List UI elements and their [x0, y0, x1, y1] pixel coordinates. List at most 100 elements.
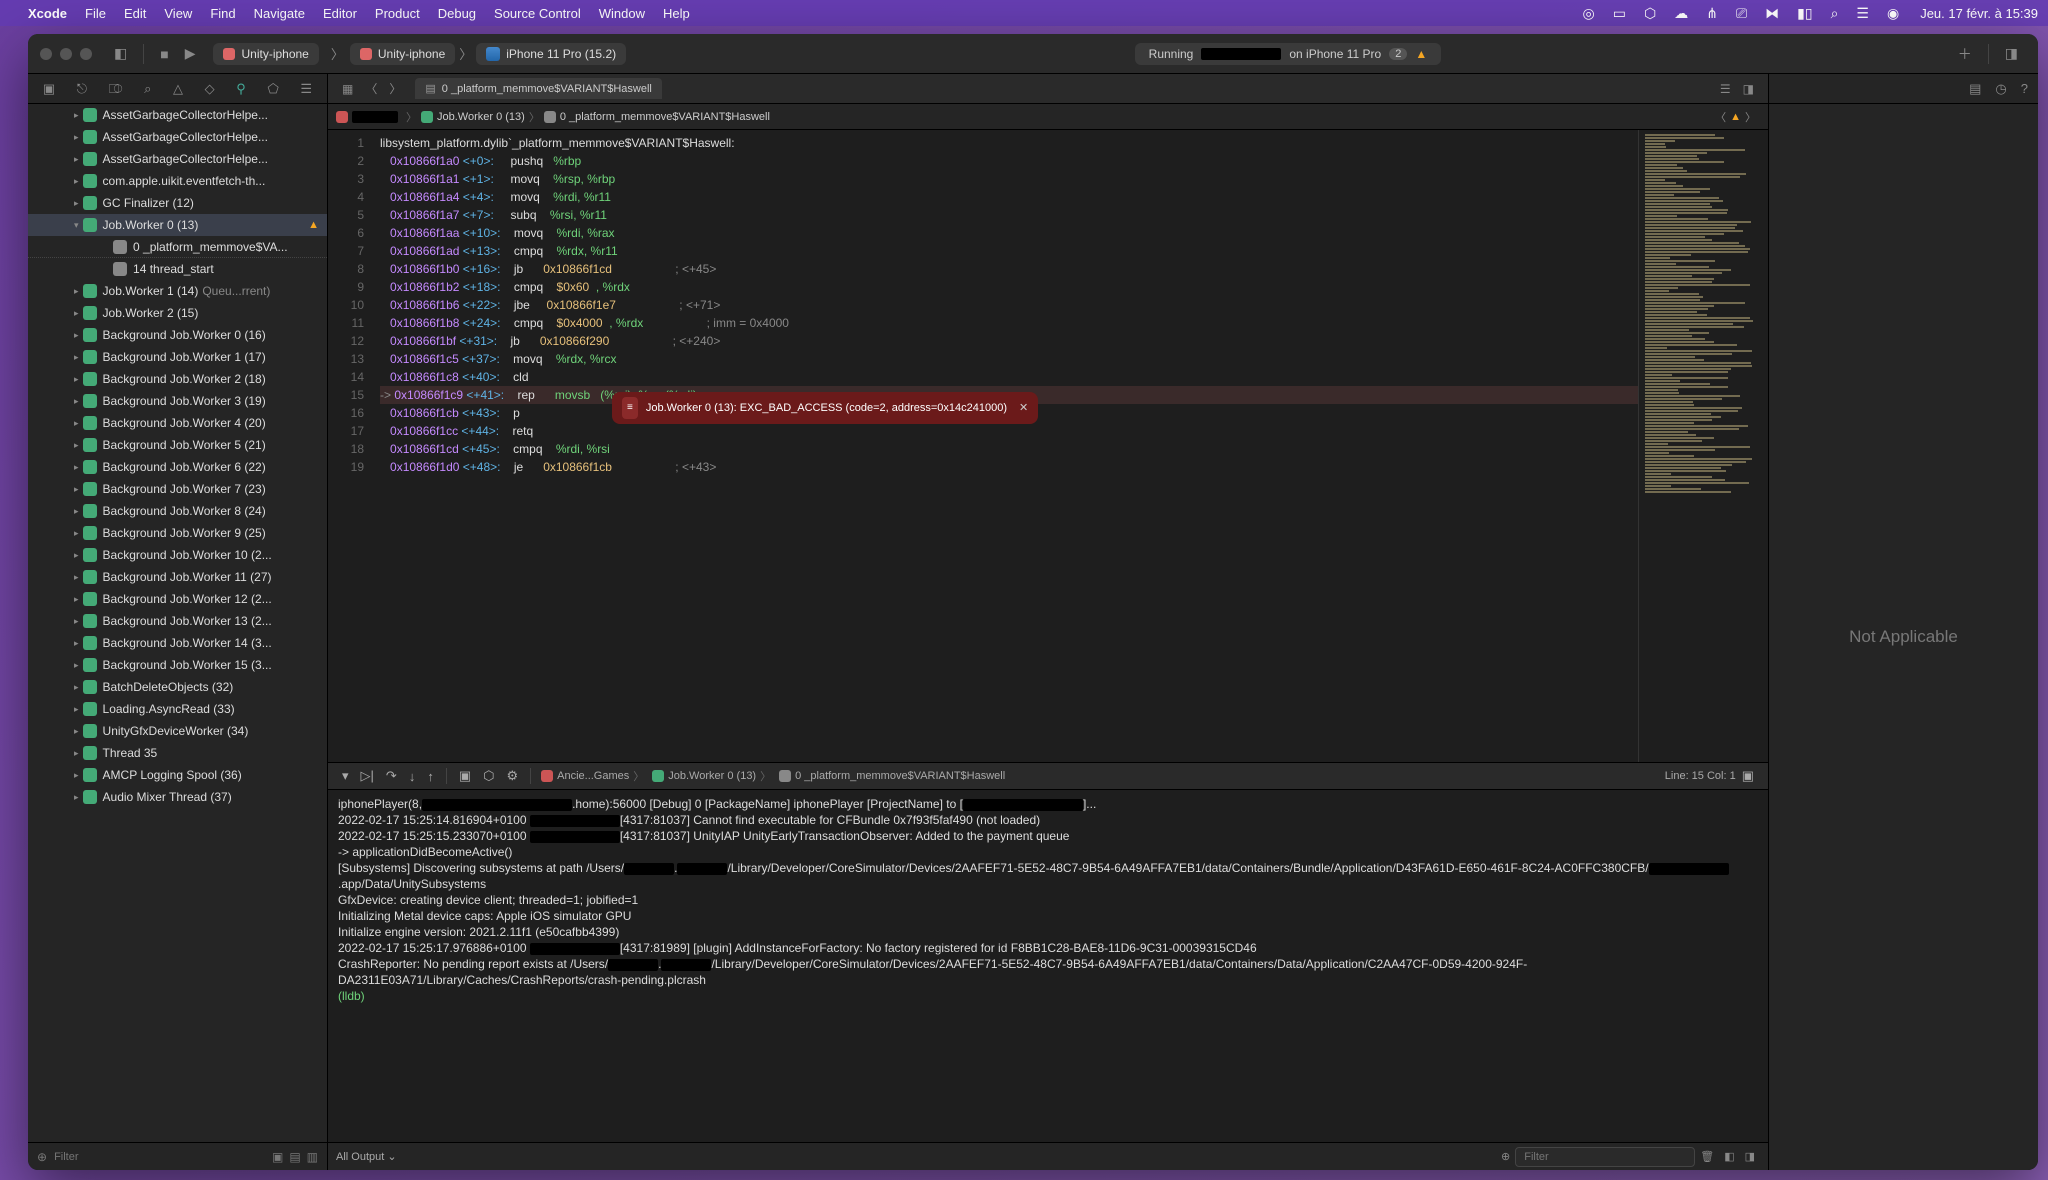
- prev-issue-icon[interactable]: 〈: [1715, 109, 1726, 125]
- step-into-icon[interactable]: ↓: [409, 769, 416, 784]
- filter-opt-icon[interactable]: ▣: [272, 1150, 283, 1164]
- continue-icon[interactable]: ▷|: [361, 768, 374, 784]
- issue-warning-icon[interactable]: ▲: [1730, 111, 1741, 123]
- debug-path[interactable]: Ancie...Games 〉 Job.Worker 0 (13) 〉 0 _p…: [537, 768, 1005, 784]
- debug-console[interactable]: iphonePlayer(8,.home):56000 [Debug] 0 [P…: [328, 790, 1768, 1142]
- tree-row[interactable]: ▸AssetGarbageCollectorHelpe...: [28, 126, 327, 148]
- breakpoint-icon[interactable]: ⬠: [267, 81, 278, 97]
- stop-button[interactable]: ■: [160, 46, 168, 62]
- source-editor[interactable]: 12345678910111213141516171819 libsystem_…: [328, 130, 1768, 762]
- status-icon[interactable]: ⬡: [1644, 5, 1656, 22]
- minimap[interactable]: [1638, 130, 1768, 762]
- app-menu[interactable]: Xcode: [28, 6, 67, 21]
- tree-row[interactable]: ▸Background Job.Worker 10 (2...: [28, 544, 327, 566]
- tree-row[interactable]: ▸Background Job.Worker 1 (17): [28, 346, 327, 368]
- tree-row[interactable]: ▸UnityGfxDeviceWorker (34): [28, 720, 327, 742]
- close-icon[interactable]: ✕: [1019, 399, 1028, 417]
- tree-row[interactable]: ▸AssetGarbageCollectorHelpe...: [28, 104, 327, 126]
- tree-row[interactable]: ▸Background Job.Worker 5 (21): [28, 434, 327, 456]
- navigator-filter-input[interactable]: [54, 1151, 269, 1163]
- tree-row[interactable]: ▸Thread 35: [28, 742, 327, 764]
- tree-row[interactable]: ▸Background Job.Worker 8 (24): [28, 500, 327, 522]
- menu-find[interactable]: Find: [210, 6, 235, 21]
- history-inspector-icon[interactable]: ◷: [1995, 81, 2006, 97]
- tree-row[interactable]: ▾Job.Worker 0 (13)▲: [28, 214, 327, 236]
- folder-icon[interactable]: ▣: [43, 81, 55, 97]
- tree-row[interactable]: ▸com.apple.uikit.eventfetch-th...: [28, 170, 327, 192]
- tree-row[interactable]: ▸Audio Mixer Thread (37): [28, 786, 327, 808]
- status-icon[interactable]: ◎: [1583, 5, 1595, 22]
- add-editor-icon[interactable]: ◨: [1743, 82, 1754, 96]
- trash-icon[interactable]: 🗑: [1700, 1150, 1714, 1163]
- tree-row[interactable]: ▸BatchDeleteObjects (32): [28, 676, 327, 698]
- battery-icon[interactable]: ▮▯: [1797, 5, 1812, 22]
- debug-icon[interactable]: ⚲: [236, 81, 246, 97]
- cloud-icon[interactable]: ☁: [1674, 5, 1688, 22]
- tree-row[interactable]: ▸Background Job.Worker 6 (22): [28, 456, 327, 478]
- tree-row[interactable]: ▸Job.Worker 1 (14)Queu...rrent): [28, 280, 327, 302]
- navigator-tabs[interactable]: ▣ ⎋ ⎄ ⌕ △ ◇ ⚲ ⬠ ☰: [28, 74, 327, 104]
- report-icon[interactable]: ☰: [300, 81, 312, 97]
- status-icon[interactable]: ▭: [1613, 5, 1626, 22]
- menu-help[interactable]: Help: [663, 6, 690, 21]
- siri-icon[interactable]: ◉: [1887, 5, 1899, 22]
- jump-bar[interactable]: 〉 Job.Worker 0 (13) 〉 0 _platform_memmov…: [328, 104, 1768, 130]
- env-override-icon[interactable]: ⚙: [506, 768, 518, 784]
- tree-row[interactable]: ▸Background Job.Worker 13 (2...: [28, 610, 327, 632]
- help-inspector-icon[interactable]: ?: [2021, 81, 2028, 96]
- related-icon[interactable]: ▦: [342, 82, 353, 96]
- editor-tab[interactable]: ▤0 _platform_memmove$VARIANT$Haswell: [415, 78, 662, 99]
- menu-window[interactable]: Window: [599, 6, 645, 21]
- symbol-icon[interactable]: ⎄: [109, 81, 123, 97]
- run-button[interactable]: ▶: [185, 45, 196, 62]
- menu-source-control[interactable]: Source Control: [494, 6, 581, 21]
- step-out-icon[interactable]: ↑: [427, 769, 434, 784]
- console-output-selector[interactable]: All Output ⌄: [336, 1150, 397, 1163]
- next-issue-icon[interactable]: 〉: [1745, 109, 1756, 125]
- scheme-selector[interactable]: Unity-iphone 〉 Unity-iphone 〉 iPhone 11 …: [213, 43, 626, 65]
- tree-row[interactable]: ▸Background Job.Worker 12 (2...: [28, 588, 327, 610]
- wifi-icon[interactable]: ⋔: [1706, 5, 1718, 22]
- find-icon[interactable]: ⌕: [144, 81, 151, 97]
- editor-options-icon[interactable]: ☰: [1720, 82, 1731, 96]
- menu-edit[interactable]: Edit: [124, 6, 146, 21]
- sidebar-toggle-icon[interactable]: ◧: [114, 45, 127, 62]
- menu-product[interactable]: Product: [375, 6, 420, 21]
- window-controls[interactable]: [40, 48, 92, 60]
- control-center-icon[interactable]: ⎚: [1736, 5, 1747, 22]
- tree-row[interactable]: ▸Background Job.Worker 0 (16): [28, 324, 327, 346]
- tree-row[interactable]: 14 thread_start: [28, 258, 327, 280]
- debug-navigator-tree[interactable]: ▸AssetGarbageCollectorHelpe...▸AssetGarb…: [28, 104, 327, 1142]
- tree-row[interactable]: ▸Job.Worker 2 (15): [28, 302, 327, 324]
- tree-row[interactable]: ▸Background Job.Worker 7 (23): [28, 478, 327, 500]
- menu-debug[interactable]: Debug: [438, 6, 476, 21]
- split-icon[interactable]: ◧: [1724, 1150, 1734, 1163]
- tree-row[interactable]: ▸Background Job.Worker 14 (3...: [28, 632, 327, 654]
- tree-row[interactable]: ▸Background Job.Worker 2 (18): [28, 368, 327, 390]
- user-icon[interactable]: ☰: [1856, 5, 1869, 22]
- console-filter-input[interactable]: [1515, 1147, 1695, 1167]
- add-tab-icon[interactable]: ＋: [1958, 44, 1972, 64]
- menubar-clock[interactable]: Jeu. 17 févr. à 15:39: [1920, 6, 2038, 21]
- library-icon[interactable]: ◨: [2005, 45, 2018, 62]
- tree-row[interactable]: ▸Background Job.Worker 3 (19): [28, 390, 327, 412]
- tree-row[interactable]: ▸AssetGarbageCollectorHelpe...: [28, 148, 327, 170]
- tree-row[interactable]: ▸Background Job.Worker 9 (25): [28, 522, 327, 544]
- split-icon[interactable]: ◨: [1745, 1150, 1755, 1163]
- tree-row[interactable]: ▸GC Finalizer (12): [28, 192, 327, 214]
- spotlight-icon[interactable]: ⌕: [1831, 5, 1839, 22]
- tree-row[interactable]: ▸Background Job.Worker 4 (20): [28, 412, 327, 434]
- file-inspector-icon[interactable]: ▤: [1969, 81, 1981, 97]
- hide-debug-icon[interactable]: ▾: [342, 768, 349, 784]
- bluetooth-icon[interactable]: ⧓: [1765, 5, 1779, 22]
- menu-file[interactable]: File: [85, 6, 106, 21]
- menu-navigate[interactable]: Navigate: [254, 6, 305, 21]
- tree-row[interactable]: ▸Background Job.Worker 15 (3...: [28, 654, 327, 676]
- memory-graph-icon[interactable]: ⬡: [483, 768, 494, 784]
- filter-opt-icon[interactable]: ▤: [289, 1150, 300, 1164]
- issue-icon[interactable]: △: [173, 81, 183, 97]
- menu-editor[interactable]: Editor: [323, 6, 357, 21]
- test-icon[interactable]: ◇: [205, 81, 215, 97]
- tree-row[interactable]: ▸AMCP Logging Spool (36): [28, 764, 327, 786]
- view-debug-icon[interactable]: ▣: [459, 768, 471, 784]
